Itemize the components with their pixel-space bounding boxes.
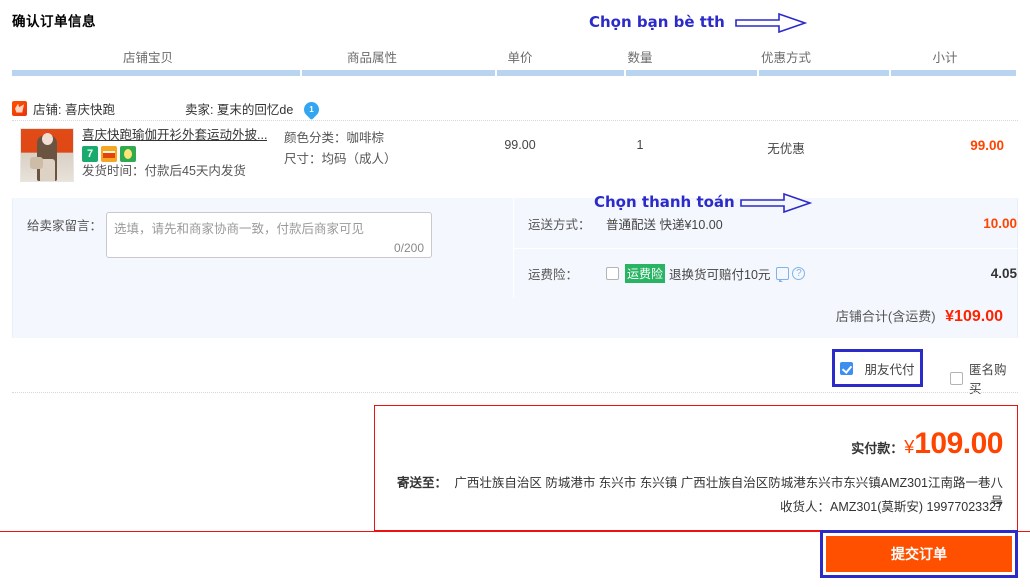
- annotation-choose-friend: Chọn bạn bè tth: [589, 13, 725, 31]
- subtotal-value: 99.00: [970, 138, 1004, 153]
- question-mark-icon[interactable]: ?: [792, 267, 806, 280]
- shop-header-row: 店铺: 喜庆快跑 卖家: 夏末的回忆de 1: [12, 96, 1018, 120]
- seller-name-text: 卖家: 夏末的回忆de: [184, 102, 294, 117]
- taobao-shop-icon: [12, 100, 27, 116]
- column-header-shop-item: 店铺宝贝: [122, 51, 173, 65]
- chat-bubble-icon[interactable]: [776, 267, 790, 282]
- divider-shop-product: [12, 120, 1018, 121]
- shipping-fee-amount: 10.00: [983, 216, 1017, 231]
- shop-total-row: 店铺合计(含运费) ¥109.00: [836, 306, 1003, 326]
- freight-insurance-label: 运费险：: [528, 268, 579, 282]
- shipping-method-label: 运送方式：: [528, 218, 591, 232]
- product-title-link[interactable]: 喜庆快跑瑜伽开衫外套运动外披...: [82, 127, 267, 144]
- header-divider-bar: [12, 70, 1018, 76]
- order-options-block: 给卖家留言： 选填，请先和商家协商一致，付款后商家可见 0/200 运送方式： …: [12, 198, 1019, 338]
- freight-insurance-row: 运费险： 运费险 退换货可赔付10元 ? 4.05: [528, 264, 1019, 283]
- freight-insurance-amount: 4.05: [990, 266, 1017, 281]
- purchase-options-row: 朋友代付 匿名购买: [12, 345, 1018, 396]
- consumer-protection-icon: [120, 146, 136, 162]
- column-header-attributes: 商品属性: [346, 51, 397, 65]
- right-arrow-outline-icon-2: [740, 192, 812, 214]
- anonymous-purchase-checkbox[interactable]: [950, 371, 963, 385]
- actual-payment-amount: 109.00: [914, 427, 1003, 460]
- annotation-choose-payment: Chọn thanh toán: [594, 193, 735, 211]
- column-header-quantity: 数量: [627, 51, 653, 65]
- quantity-value: 1: [636, 138, 644, 152]
- seller-memo-group: 给卖家留言： 选填，请先和商家协商一致，付款后商家可见 0/200: [27, 212, 433, 258]
- payment-summary-box: 实付款： ¥ 109.00 寄送至： 广西壮族自治区 防城港市 东兴市 东兴镇 …: [374, 405, 1018, 531]
- promotion-value: 无优惠: [767, 142, 805, 156]
- friend-pay-checkbox[interactable]: [840, 361, 854, 375]
- actual-payment-label: 实付款：: [851, 441, 904, 456]
- page-title: 确认订单信息: [12, 14, 96, 29]
- currency-symbol: ¥: [904, 437, 915, 457]
- shop-name-link[interactable]: 店铺: 喜庆快跑: [33, 99, 115, 118]
- unit-price-value: 99.00: [504, 138, 536, 152]
- actual-payment-line: 实付款： ¥ 109.00: [851, 429, 1003, 459]
- shipping-method-row: 运送方式： 普通配送 快递¥10.00 10.00: [528, 214, 1019, 233]
- shipping-method-value[interactable]: 普通配送 快递¥10.00: [606, 214, 983, 233]
- column-header-promotion: 优惠方式: [760, 51, 811, 65]
- attribute-color: 颜色分类：咖啡棕: [284, 131, 385, 145]
- product-thumbnail[interactable]: [20, 128, 74, 182]
- order-item-row: 喜庆快跑瑜伽开衫外套运动外披... 7 发货时间：付款后45天内发货 颜色分类：…: [12, 126, 1018, 196]
- seller-memo-input[interactable]: 选填，请先和商家协商一致，付款后商家可见 0/200: [106, 212, 433, 258]
- seller-memo-counter: 0/200: [393, 241, 425, 255]
- seller-memo-label: 给卖家留言：: [27, 219, 103, 233]
- friend-pay-highlight-box[interactable]: 朋友代付: [832, 349, 923, 387]
- seven-day-return-icon: 7: [82, 146, 98, 162]
- submit-order-button[interactable]: 提交订单: [826, 536, 1012, 572]
- horizontal-divider: [514, 248, 1019, 249]
- friend-pay-label: 朋友代付: [864, 362, 915, 377]
- column-header-unit-price: 单价: [507, 51, 533, 65]
- shipping-address-label: 寄送至：: [397, 476, 448, 490]
- attribute-size: 尺寸：均码（成人）: [284, 152, 397, 166]
- seller-rank-value: 1: [309, 104, 314, 114]
- column-header-subtotal: 小计: [932, 51, 958, 65]
- card-payment-icon: [101, 146, 117, 162]
- right-arrow-outline-icon: [735, 12, 807, 34]
- product-ship-time: 发货时间：付款后45天内发货: [82, 164, 246, 178]
- freight-insurance-checkbox[interactable]: [606, 267, 619, 280]
- divider-below-options: [12, 392, 1018, 393]
- seller-rank-drop-icon: 1: [300, 98, 322, 120]
- seller-name-link[interactable]: 卖家: 夏末的回忆de 1: [184, 98, 322, 120]
- freight-insurance-desc: 退换货可赔付10元: [669, 268, 771, 282]
- freight-insurance-tag: 运费险: [625, 264, 666, 283]
- product-attributes-cell: 颜色分类：咖啡棕 尺寸：均码（成人）: [284, 126, 460, 196]
- order-table-header: 店铺宝贝 商品属性 单价 数量 优惠方式 小计: [12, 48, 1018, 72]
- product-cell: 喜庆快跑瑜伽开衫外套运动外披... 7 发货时间：付款后45天内发货: [12, 126, 284, 196]
- product-badges: 7: [82, 146, 267, 162]
- shop-total-label: 店铺合计(含运费): [835, 309, 936, 324]
- receiver-line: 收货人：AMZ301(莫斯安) 19977023327: [779, 500, 1003, 514]
- submit-order-highlight-box: 提交订单: [820, 530, 1018, 578]
- seller-memo-placeholder: 选填，请先和商家协商一致，付款后商家可见: [114, 222, 365, 236]
- shop-total-amount: ¥109.00: [945, 308, 1003, 325]
